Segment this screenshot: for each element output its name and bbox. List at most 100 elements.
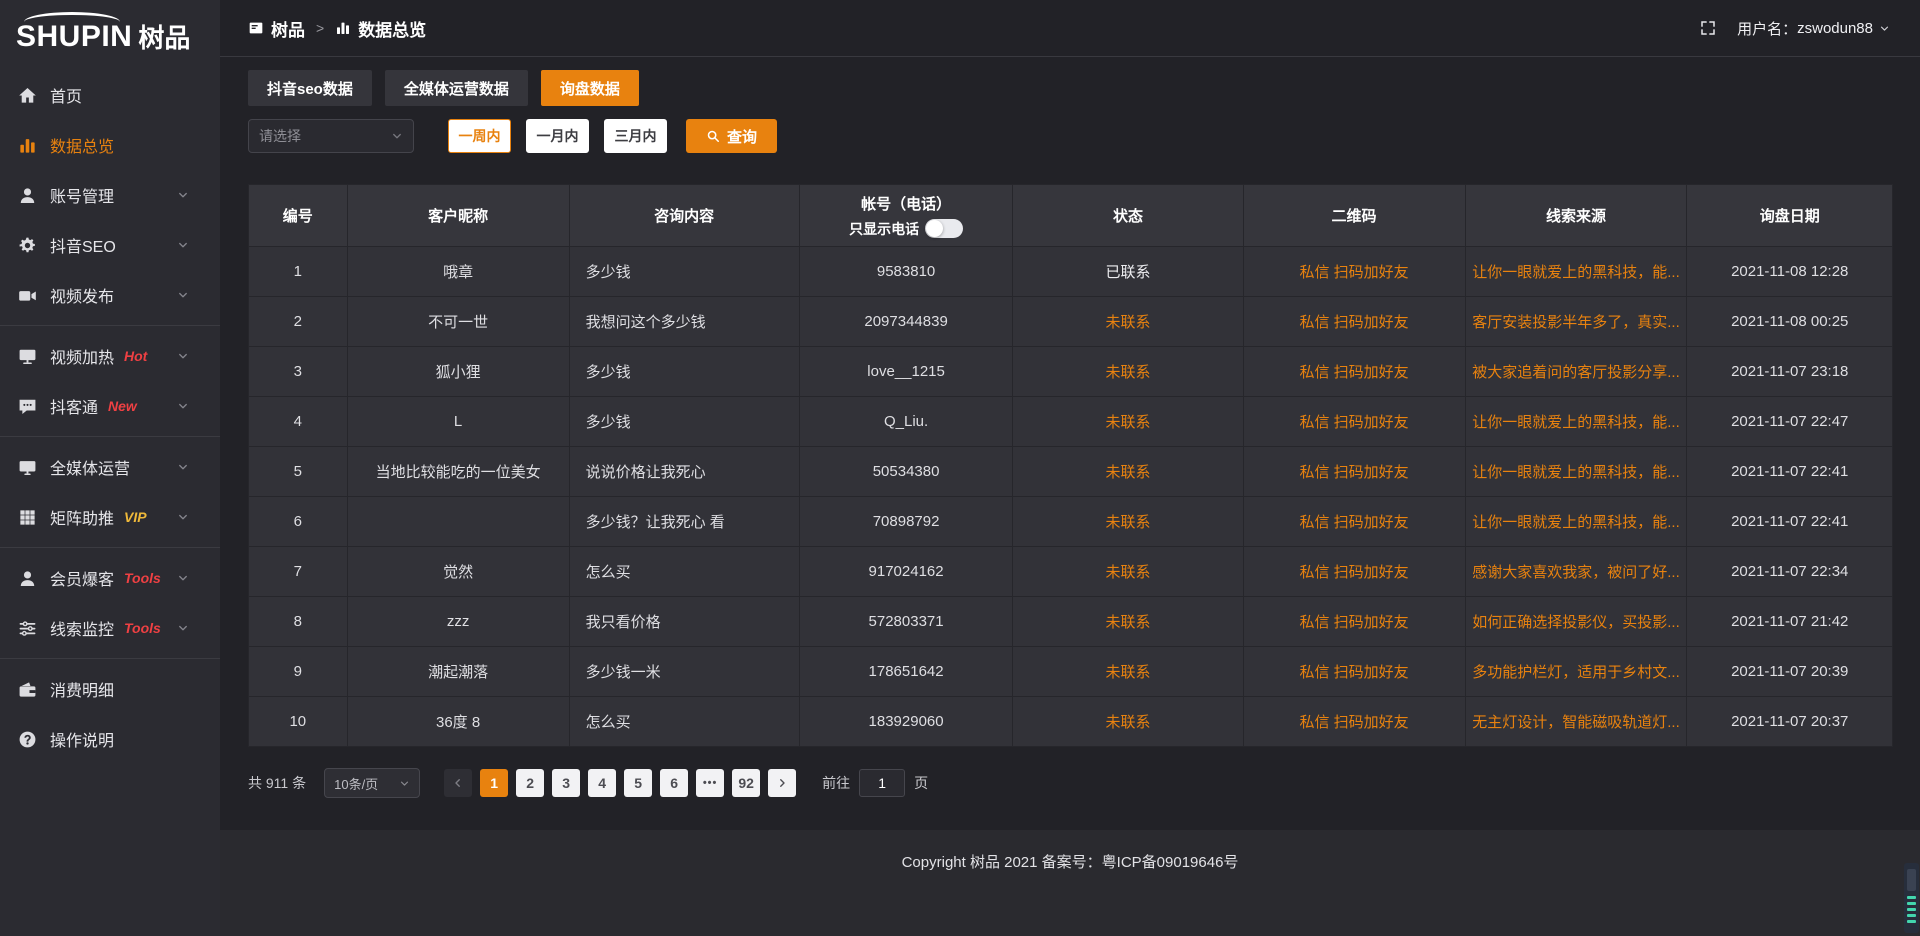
phone-only-toggle[interactable] bbox=[925, 219, 963, 238]
sidebar-item-operation-guide[interactable]: 操作说明 bbox=[0, 714, 220, 764]
page-button-4[interactable]: 4 bbox=[588, 769, 616, 797]
qr-link[interactable]: 私信 扫码加好友 bbox=[1299, 714, 1408, 731]
cell-content: 怎么买 bbox=[569, 697, 799, 747]
sidebar-item-data-overview[interactable]: 数据总览 bbox=[0, 120, 220, 170]
qr-link[interactable]: 私信 扫码加好友 bbox=[1299, 464, 1408, 481]
edge-widget[interactable] bbox=[1904, 863, 1919, 933]
breadcrumb-item-data-overview[interactable]: 数据总览 bbox=[335, 16, 426, 41]
cell-account: 183929060 bbox=[799, 697, 1013, 747]
chevron-left-icon bbox=[452, 777, 464, 789]
filter-select[interactable]: 请选择 bbox=[248, 119, 414, 153]
question-icon bbox=[18, 730, 37, 749]
cell-content: 多少钱一米 bbox=[569, 647, 799, 697]
sidebar-item-label: 首页 bbox=[50, 83, 82, 107]
sidebar-item-member-burst[interactable]: 会员爆客Tools bbox=[0, 553, 220, 603]
col-id: 编号 bbox=[249, 185, 348, 247]
user-menu[interactable]: 用户名： zswodun88 bbox=[1737, 18, 1890, 39]
page: { "colors": { "accent": "#e8820f", "link… bbox=[0, 0, 1920, 936]
sidebar-item-label: 会员爆客 bbox=[50, 566, 114, 590]
source-link[interactable]: 让你一眼就爱上的黑科技，能... bbox=[1472, 514, 1680, 531]
sidebar-item-video-publish[interactable]: 视频发布 bbox=[0, 270, 220, 320]
source-link[interactable]: 让你一眼就爱上的黑科技，能... bbox=[1472, 464, 1680, 481]
breadcrumb-item-shupin[interactable]: 树品 bbox=[248, 16, 305, 41]
sidebar-item-douke-tong[interactable]: 抖客通New bbox=[0, 381, 220, 431]
cell-qr: 私信 扫码加好友 bbox=[1243, 347, 1465, 397]
qr-link[interactable]: 私信 扫码加好友 bbox=[1299, 264, 1408, 281]
next-page-button[interactable] bbox=[768, 769, 796, 797]
cell-source: 让你一眼就爱上的黑科技，能... bbox=[1465, 497, 1687, 547]
source-link[interactable]: 客厅安装投影半年多了，真实... bbox=[1472, 314, 1680, 331]
source-link[interactable]: 无主灯设计，智能磁吸轨道灯... bbox=[1472, 714, 1680, 731]
prev-page-button[interactable] bbox=[444, 769, 472, 797]
range-month-button[interactable]: 一月内 bbox=[526, 119, 589, 153]
chevron-down-icon bbox=[177, 572, 189, 584]
sidebar-item-label: 数据总览 bbox=[50, 133, 114, 157]
page-button-6[interactable]: 6 bbox=[660, 769, 688, 797]
cell-source: 被大家追着问的客厅投影分享... bbox=[1465, 347, 1687, 397]
tab-inquiry-data[interactable]: 询盘数据 bbox=[541, 70, 639, 106]
table-row: 8zzz我只看价格572803371未联系私信 扫码加好友如何正确选择投影仪，买… bbox=[249, 597, 1893, 647]
source-link[interactable]: 让你一眼就爱上的黑科技，能... bbox=[1472, 264, 1680, 281]
status-badge: 未联系 bbox=[1106, 364, 1151, 381]
source-link[interactable]: 多功能护栏灯，适用于乡村文... bbox=[1472, 664, 1680, 681]
qr-link[interactable]: 私信 扫码加好友 bbox=[1299, 414, 1408, 431]
sidebar-item-badge: Tools bbox=[124, 620, 161, 636]
cell-account: 2097344839 bbox=[799, 297, 1013, 347]
qr-link[interactable]: 私信 扫码加好友 bbox=[1299, 614, 1408, 631]
cell-id: 4 bbox=[249, 397, 348, 447]
page-size-select[interactable]: 10条/页 bbox=[324, 768, 420, 798]
more-pages-button[interactable]: ••• bbox=[696, 769, 724, 797]
sidebar-item-account-manage[interactable]: 账号管理 bbox=[0, 170, 220, 220]
fullscreen-icon[interactable] bbox=[1699, 19, 1717, 37]
cell-id: 1 bbox=[249, 247, 348, 297]
range-three-months-button[interactable]: 三月内 bbox=[604, 119, 667, 153]
chevron-down-icon bbox=[1879, 23, 1890, 34]
search-button-label: 查询 bbox=[727, 126, 757, 147]
inquiry-table: 编号客户昵称咨询内容帐号（电话）只显示电话状态二维码线索来源询盘日期 1哦章多少… bbox=[248, 184, 1893, 747]
brand-name-en: SHUPIN bbox=[16, 20, 132, 53]
page-button-3[interactable]: 3 bbox=[552, 769, 580, 797]
cell-source: 多功能护栏灯，适用于乡村文... bbox=[1465, 647, 1687, 697]
page-button-5[interactable]: 5 bbox=[624, 769, 652, 797]
sidebar-item-matrix-boost[interactable]: 矩阵助推VIP bbox=[0, 492, 220, 542]
tab-douyin-seo-data[interactable]: 抖音seo数据 bbox=[248, 70, 372, 106]
table-row: 3狐小狸多少钱love__1215未联系私信 扫码加好友被大家追着问的客厅投影分… bbox=[249, 347, 1893, 397]
filter-select-placeholder: 请选择 bbox=[259, 126, 301, 146]
qr-link[interactable]: 私信 扫码加好友 bbox=[1299, 664, 1408, 681]
search-button[interactable]: 查询 bbox=[686, 119, 777, 153]
source-link[interactable]: 让你一眼就爱上的黑科技，能... bbox=[1472, 414, 1680, 431]
qr-link[interactable]: 私信 扫码加好友 bbox=[1299, 564, 1408, 581]
page-button-1[interactable]: 1 bbox=[480, 769, 508, 797]
toggle-knob bbox=[926, 220, 943, 237]
source-link[interactable]: 感谢大家喜欢我家，被问了好... bbox=[1472, 564, 1680, 581]
cell-account: 917024162 bbox=[799, 547, 1013, 597]
sidebar-item-consume-detail[interactable]: 消费明细 bbox=[0, 664, 220, 714]
cell-date: 2021-11-07 20:37 bbox=[1687, 697, 1893, 747]
qr-link[interactable]: 私信 扫码加好友 bbox=[1299, 364, 1408, 381]
source-link[interactable]: 被大家追着问的客厅投影分享... bbox=[1472, 364, 1680, 381]
cell-status: 未联系 bbox=[1013, 447, 1243, 497]
cell-status: 未联系 bbox=[1013, 297, 1243, 347]
qr-link[interactable]: 私信 扫码加好友 bbox=[1299, 514, 1408, 531]
range-week-button[interactable]: 一周内 bbox=[448, 119, 511, 153]
page-button-92[interactable]: 92 bbox=[732, 769, 760, 797]
cell-date: 2021-11-07 22:34 bbox=[1687, 547, 1893, 597]
cell-source: 感谢大家喜欢我家，被问了好... bbox=[1465, 547, 1687, 597]
filter-bar: 请选择 一周内一月内三月内 查询 bbox=[248, 119, 1893, 153]
sidebar-item-home[interactable]: 首页 bbox=[0, 70, 220, 120]
tab-media-operation-data[interactable]: 全媒体运营数据 bbox=[385, 70, 528, 106]
topbar-right: 用户名： zswodun88 bbox=[1699, 18, 1890, 39]
cell-qr: 私信 扫码加好友 bbox=[1243, 447, 1465, 497]
qr-link[interactable]: 私信 扫码加好友 bbox=[1299, 314, 1408, 331]
table-header-row: 编号客户昵称咨询内容帐号（电话）只显示电话状态二维码线索来源询盘日期 bbox=[249, 185, 1893, 247]
brand-name-cn: 树品 bbox=[138, 25, 190, 52]
page-button-2[interactable]: 2 bbox=[516, 769, 544, 797]
sidebar-item-douyin-seo[interactable]: 抖音SEO bbox=[0, 220, 220, 270]
source-link[interactable]: 如何正确选择投影仪，买投影... bbox=[1472, 614, 1680, 631]
sidebar-item-media-operation[interactable]: 全媒体运营 bbox=[0, 442, 220, 492]
goto-page-input[interactable] bbox=[859, 769, 905, 797]
sidebar-item-lead-monitor[interactable]: 线索监控Tools bbox=[0, 603, 220, 653]
pagination: 共 911 条10条/页123456•••92前往页 bbox=[248, 768, 1893, 798]
sidebar-item-video-heat[interactable]: 视频加热Hot bbox=[0, 331, 220, 381]
brand-logo-en: SHUPIN bbox=[16, 22, 132, 52]
